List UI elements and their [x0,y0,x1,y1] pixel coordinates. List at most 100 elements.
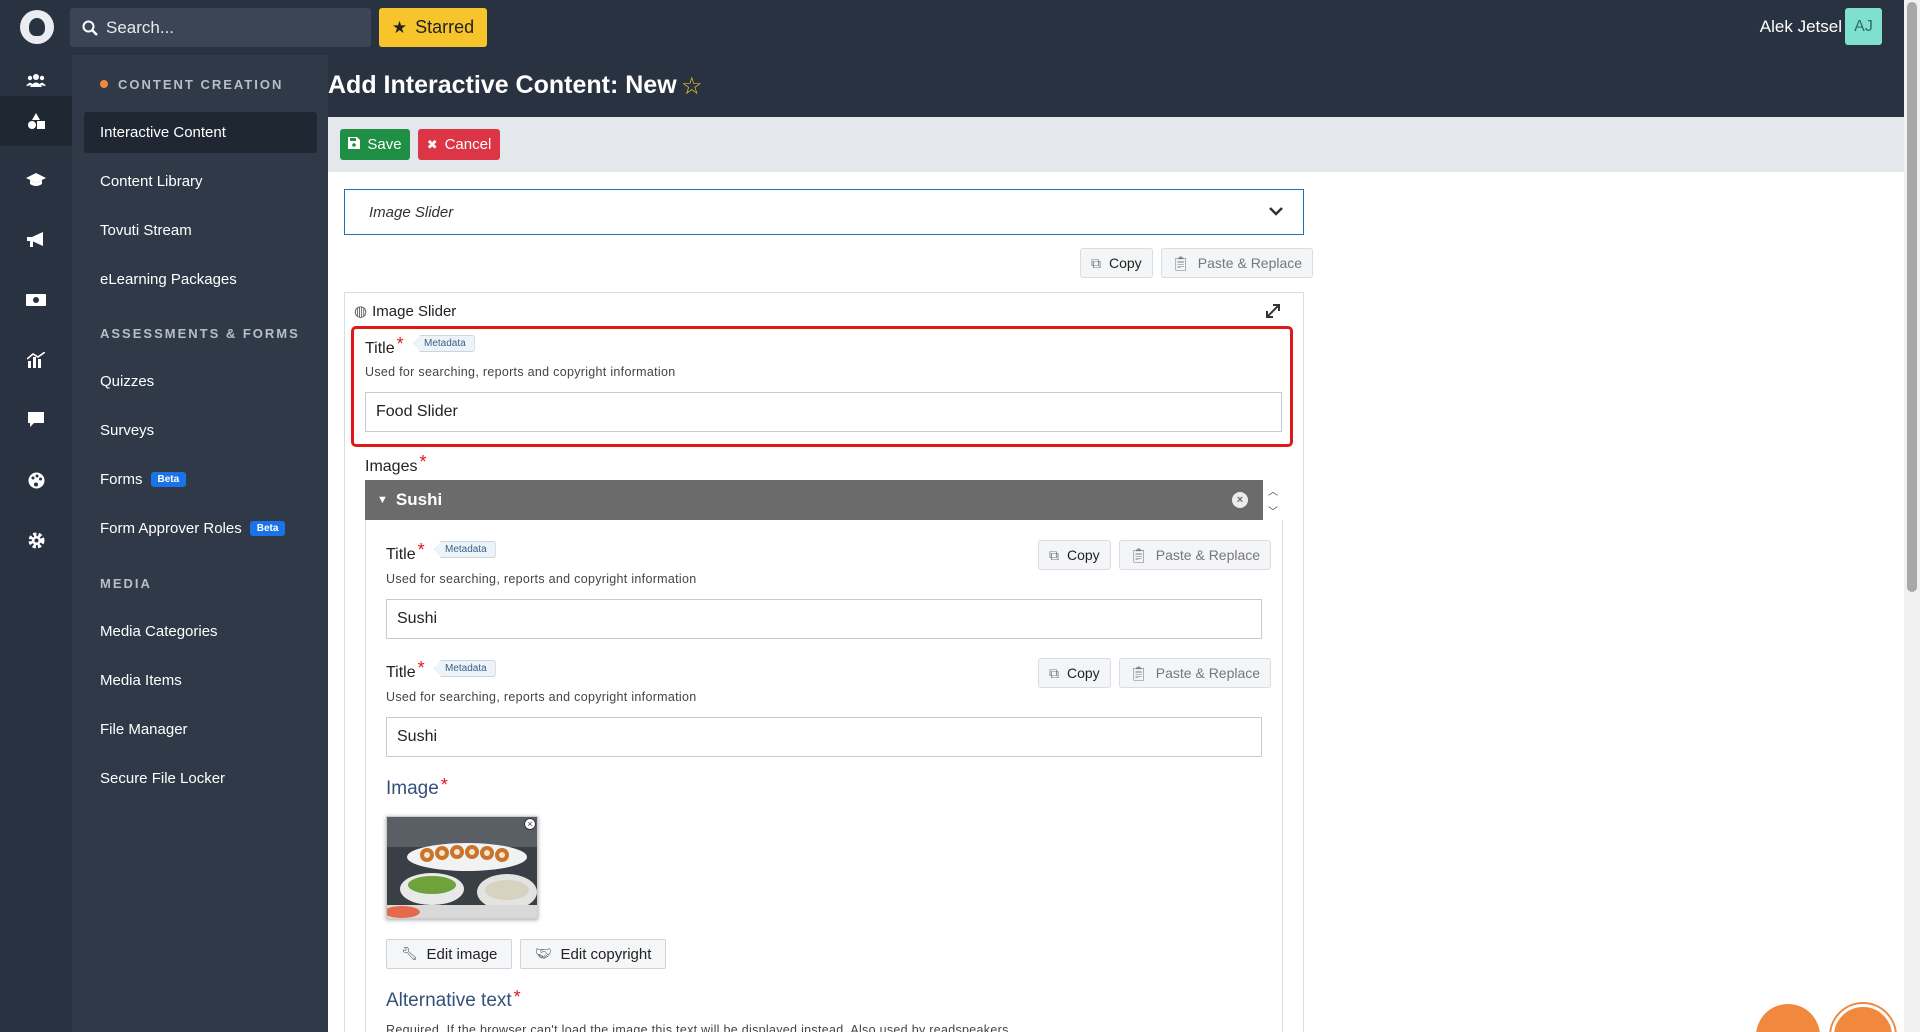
sidebar-item-label: Forms [100,471,143,488]
alt-text-help: Required. If the browser can't load the … [386,1023,1013,1032]
starred-label: Starred [415,17,475,37]
panel-title: ◍ Image Slider [354,303,457,320]
paste-label: Paste & Replace [1155,547,1261,563]
sidebar-section-title: CONTENT CREATION [100,77,283,92]
expand-icon[interactable] [1264,302,1282,325]
remove-slide-icon[interactable]: × [1232,492,1248,508]
required-marker: * [417,658,425,678]
sidebar: CONTENT CREATION Interactive Content Con… [72,55,328,1032]
field-help-text: Used for searching, reports and copyrigh… [386,690,697,704]
sidebar-item-media-categories[interactable]: Media Categories [84,611,317,652]
copy-icon: ⧉ [1049,664,1059,681]
copy-button[interactable]: ⧉ Copy [1038,658,1111,688]
search-placeholder: Search... [106,17,175,37]
money-icon[interactable] [0,275,72,325]
help-button[interactable] [1831,1004,1895,1032]
copy-icon: ⧉ [1049,546,1059,563]
save-label: Save [367,136,402,153]
favorite-star-icon[interactable]: ☆ [681,72,703,101]
sidebar-item-content-library[interactable]: Content Library [84,161,317,202]
image-slider-icon: ◍ [354,303,368,320]
sidebar-item-media-items[interactable]: Media Items [84,660,317,701]
paste-replace-button[interactable]: 📋︎ Paste & Replace [1161,248,1314,278]
field-help-text: Used for searching, reports and copyrigh… [365,365,676,379]
reorder-control[interactable]: ︿ ﹀ [1263,480,1283,520]
graduation-cap-icon[interactable] [0,155,72,205]
chevron-up-icon[interactable]: ︿ [1268,483,1278,498]
copy-icon: ⧉ [1091,254,1101,271]
paste-label: Paste & Replace [1155,665,1261,681]
sidebar-item-forms[interactable]: Forms Beta [84,459,317,500]
title-label: Title * [365,334,404,357]
sidebar-item-interactive-content[interactable]: Interactive Content [84,112,317,153]
content-type-value: Image Slider [369,203,454,221]
sidebar-item-elearning-packages[interactable]: eLearning Packages [84,259,317,300]
sidebar-item-label: Form Approver Roles [100,520,242,537]
required-marker: * [513,987,521,1007]
comment-icon[interactable] [0,395,72,445]
star-icon: ★ [391,17,408,37]
slide-header[interactable]: ▼ Sushi [365,480,1283,520]
avatar[interactable]: AJ [1845,8,1882,45]
chevron-down-icon [1269,200,1283,221]
required-marker: * [396,334,404,354]
field-help-text: Used for searching, reports and copyrigh… [386,572,697,586]
copy-button[interactable]: ⧉ Copy [1080,248,1153,278]
beta-badge: Beta [249,521,286,536]
chart-icon[interactable] [0,335,72,385]
paste-replace-button[interactable]: 📋︎ Paste & Replace [1119,540,1272,570]
floppy-disk-icon [348,137,361,152]
metadata-tag: Metadata [434,660,496,677]
beta-badge: Beta [150,472,187,487]
sidebar-item-quizzes[interactable]: Quizzes [84,361,317,402]
slide-title-input[interactable]: Sushi [386,717,1262,757]
sidebar-item-secure-file-locker[interactable]: Secure File Locker [84,758,317,799]
sidebar-section-title: ASSESSMENTS & FORMS [100,326,300,341]
user-name[interactable]: Alek Jetsel [1760,17,1842,37]
save-button[interactable]: Save [340,129,410,160]
close-icon: ✖ [426,136,438,152]
chat-button[interactable] [1756,1004,1820,1032]
page-scrollbar[interactable] [1904,0,1920,1032]
content-type-select[interactable]: Image Slider [344,189,1304,235]
sidebar-item-form-approver-roles[interactable]: Form Approver Roles Beta [84,508,317,549]
edit-copyright-button[interactable]: 🤝︎ Edit copyright [520,939,667,969]
paste-replace-button[interactable]: 📋︎ Paste & Replace [1119,658,1272,688]
chevron-down-icon[interactable]: ﹀ [1268,503,1278,518]
cancel-button[interactable]: ✖ Cancel [418,129,500,160]
sidebar-item-surveys[interactable]: Surveys [84,410,317,451]
page-header: Add Interactive Content: New ☆ [328,55,1904,117]
active-section-dot [100,80,108,88]
slide-title-label: Title * [386,540,425,563]
app-logo[interactable] [20,10,54,44]
scrollbar-thumb[interactable] [1907,2,1917,592]
alt-text-label: Alternative text * [386,987,521,1011]
slide-name: Sushi [395,490,443,509]
copy-button[interactable]: ⧉ Copy [1038,540,1111,570]
copy-label: Copy [1109,255,1142,271]
gear-icon[interactable] [0,515,72,565]
clipboard-icon: 📋︎ [1130,546,1148,563]
shapes-icon[interactable] [0,96,72,146]
required-marker: * [440,775,448,795]
slide-title-label: Title * [386,658,425,681]
copy-label: Copy [1067,665,1100,681]
remove-image-icon[interactable]: × [524,818,536,830]
slide-title-input[interactable]: Sushi [386,599,1262,639]
title-input[interactable]: Food Slider [365,392,1282,432]
sidebar-section-title: MEDIA [100,576,152,591]
search-input[interactable]: Search... [70,8,371,47]
image-thumbnail[interactable] [386,816,538,919]
edit-copyright-label: Edit copyright [560,945,652,963]
palette-icon[interactable] [0,455,72,505]
sidebar-item-tovuti-stream[interactable]: Tovuti Stream [84,210,317,251]
sidebar-item-file-manager[interactable]: File Manager [84,709,317,750]
edit-image-label: Edit image [426,945,498,963]
wrench-icon: 🔧︎ [401,946,418,961]
starred-button[interactable]: ★ Starred [379,8,487,47]
paste-label: Paste & Replace [1197,255,1303,271]
megaphone-icon[interactable] [0,215,72,265]
edit-image-button[interactable]: 🔧︎ Edit image [386,939,513,969]
metadata-tag: Metadata [434,541,496,558]
action-toolbar [328,117,1904,172]
